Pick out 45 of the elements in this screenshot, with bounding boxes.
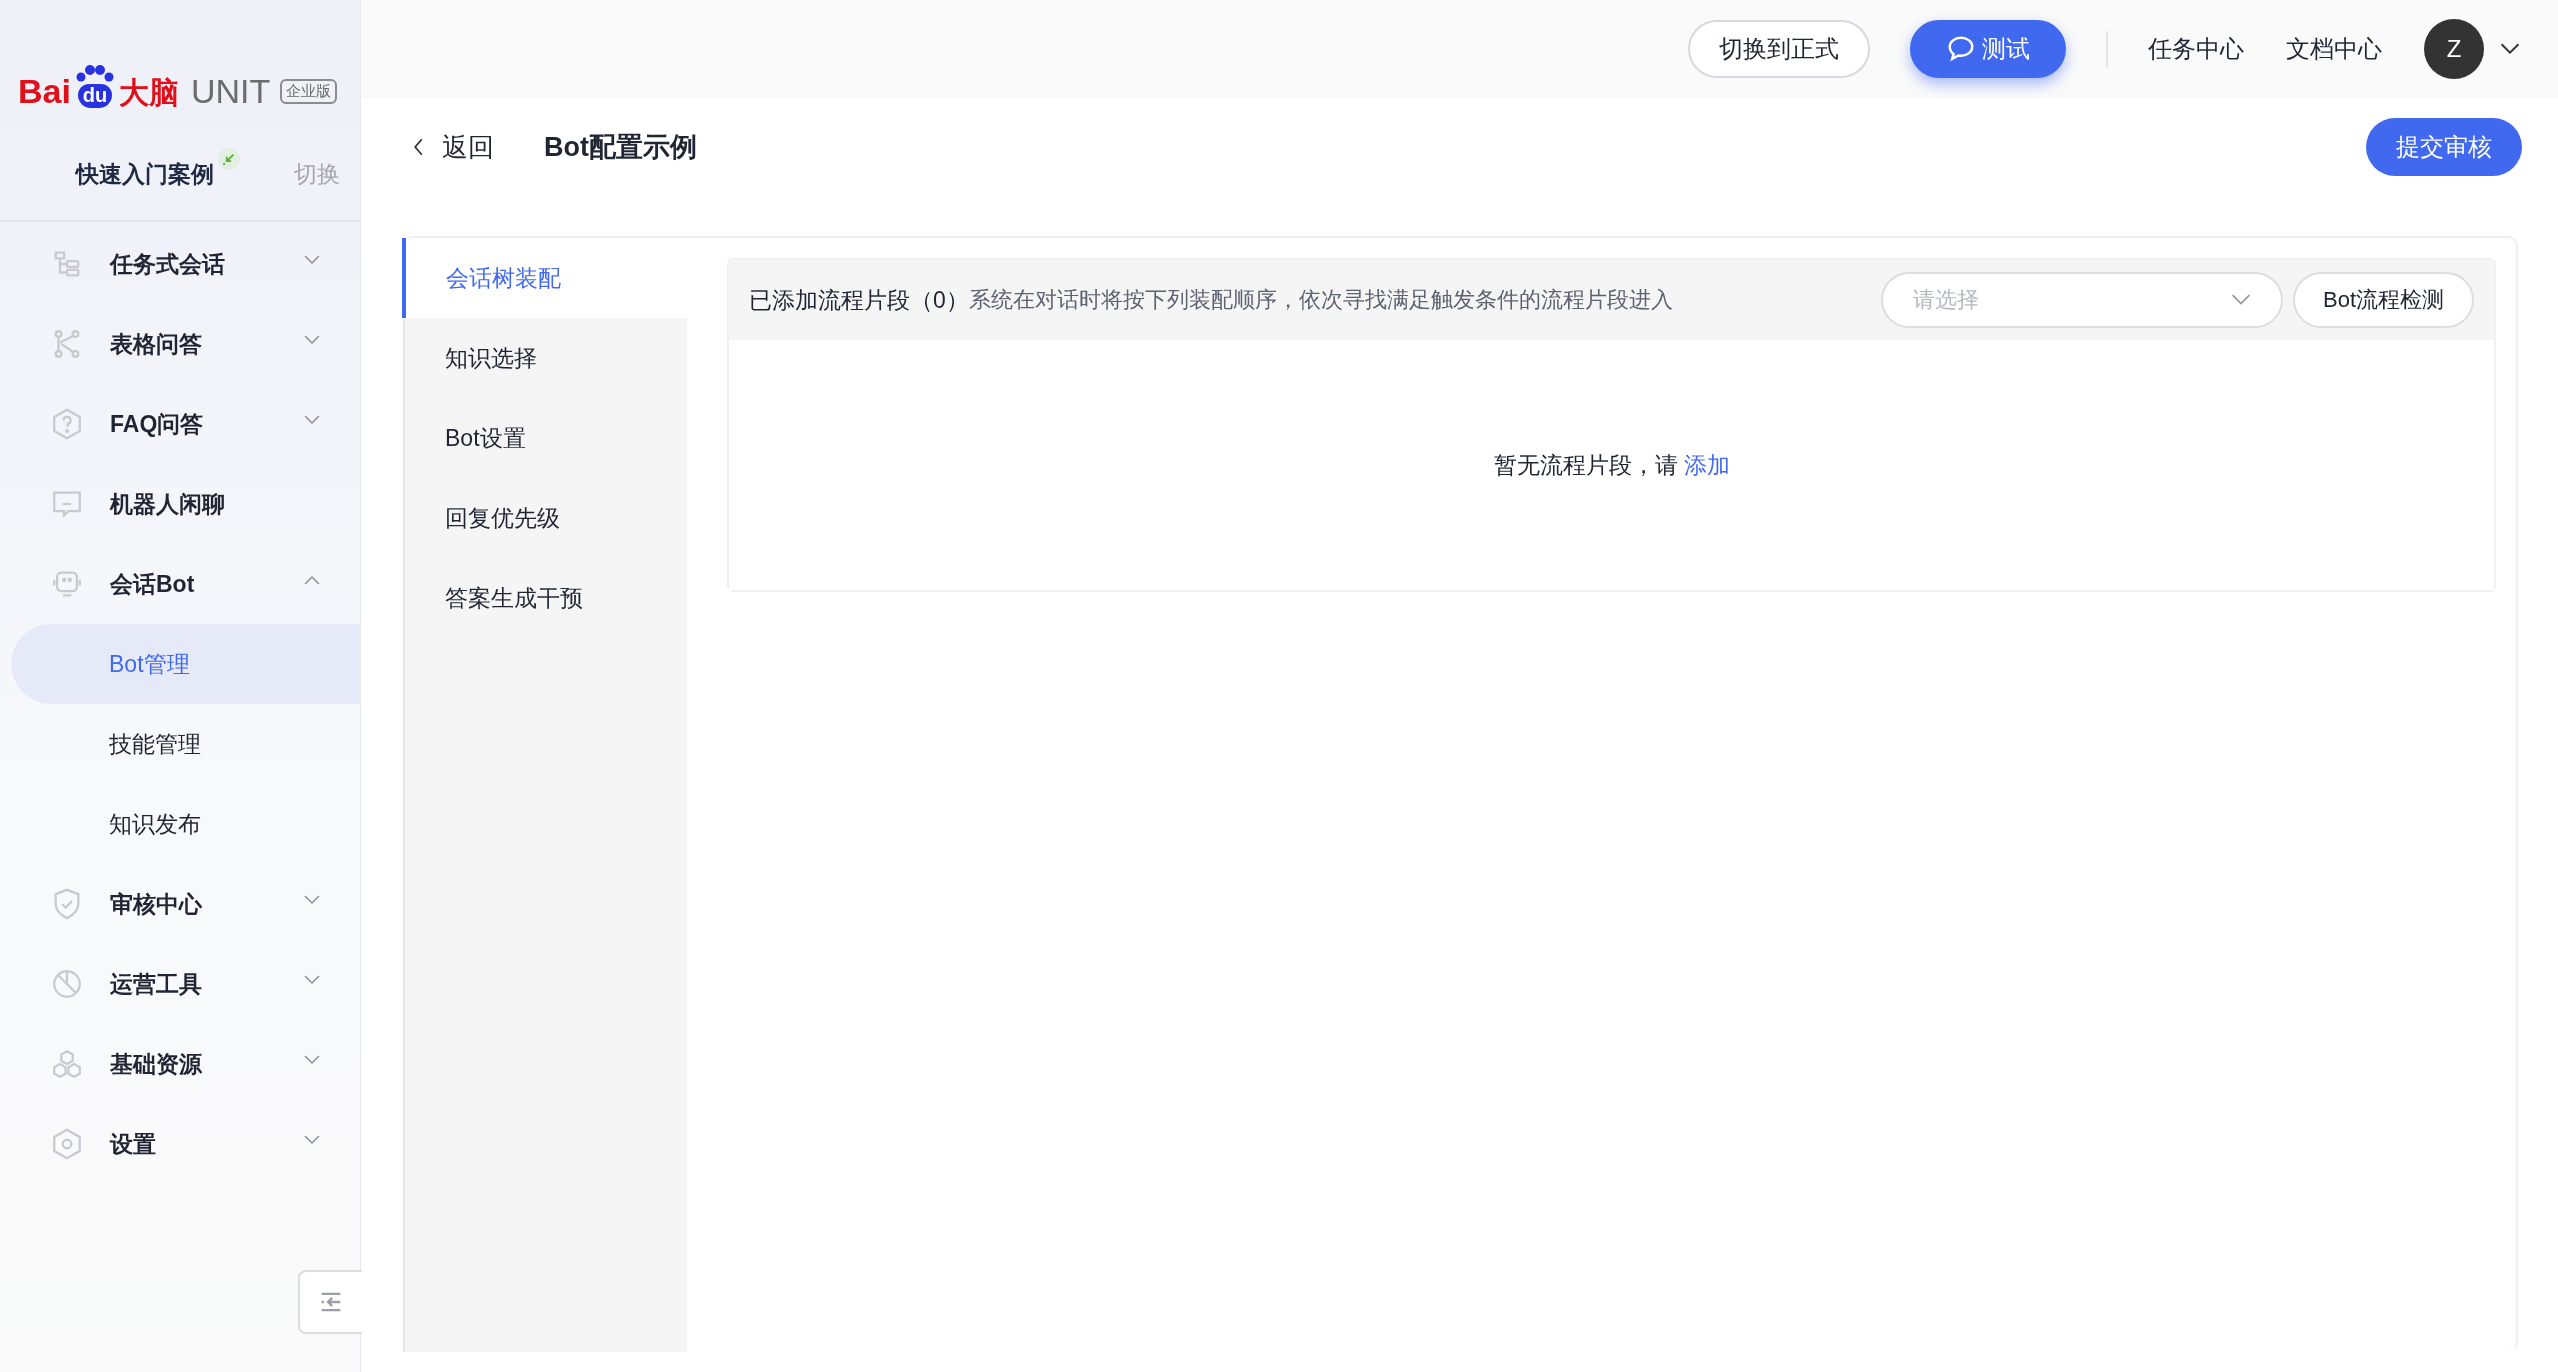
logo-text: Bai [18,74,71,108]
test-button[interactable]: 测试 [1910,20,2066,78]
product-name: UNIT [190,74,271,108]
collapse-button[interactable] [298,1270,362,1334]
submit-button[interactable]: 提交审核 [2366,118,2522,176]
nav-item[interactable]: 会话Bot [0,544,360,624]
hexagon-icon [50,1127,84,1161]
nav-subitem[interactable]: 技能管理 [11,704,360,784]
tab[interactable]: 答案生成干预 [405,558,687,638]
nav-item[interactable]: 运营工具 [0,944,360,1024]
panel-description: 系统在对话时将按下列装配顺序，依次寻找满足触发条件的流程片段进入 [968,286,1673,314]
chat-bubble-icon [1946,34,1976,64]
nav-item[interactable]: 任务式会话 [0,224,360,304]
panel-title: 已添加流程片段（0） [749,285,969,315]
tab[interactable]: 回复优先级 [405,478,687,558]
paw-logo: du [74,64,115,108]
back-link[interactable]: 返回 [413,129,494,165]
nav-subitem[interactable]: Bot管理 [11,624,360,704]
back-icon [413,138,424,156]
edition-badge: 企业版 [280,79,338,104]
nav-item[interactable]: 基础资源 [0,1024,360,1104]
pie-icon [50,967,84,1001]
page-title: Bot配置示例 [544,131,697,164]
add-link[interactable]: 添加 [1683,449,1730,481]
nav-item[interactable]: 审核中心 [0,864,360,944]
nav-item[interactable]: 机器人闲聊 [0,464,360,544]
chevron-icon [2230,294,2251,306]
switch-button[interactable]: 切换到正式 [1688,20,1870,78]
nav-item[interactable]: FAQ问答 [0,384,360,464]
check-button[interactable]: Bot流程检测 [2292,272,2474,328]
tab[interactable]: Bot设置 [405,398,687,478]
logo-text: 大脑 [118,78,179,108]
nav-item[interactable]: 设置 [0,1104,360,1184]
nav-subitem[interactable]: 知识发布 [11,784,360,864]
hexagons-icon [50,1047,84,1081]
chevron-icon[interactable] [2500,43,2520,55]
empty-message: 暂无流程片段，请 [1493,450,1678,480]
top-link[interactable]: 文档中心 [2286,33,2382,65]
tab[interactable]: 会话树装配 [402,238,687,318]
question-icon [50,407,84,441]
nav-item[interactable]: 表格问答 [0,304,360,384]
project-name: 快速入门案例 [76,159,214,189]
tab[interactable]: 知识选择 [405,318,687,398]
top-link[interactable]: 任务中心 [2148,33,2244,65]
avatar[interactable]: Z [2424,19,2484,79]
